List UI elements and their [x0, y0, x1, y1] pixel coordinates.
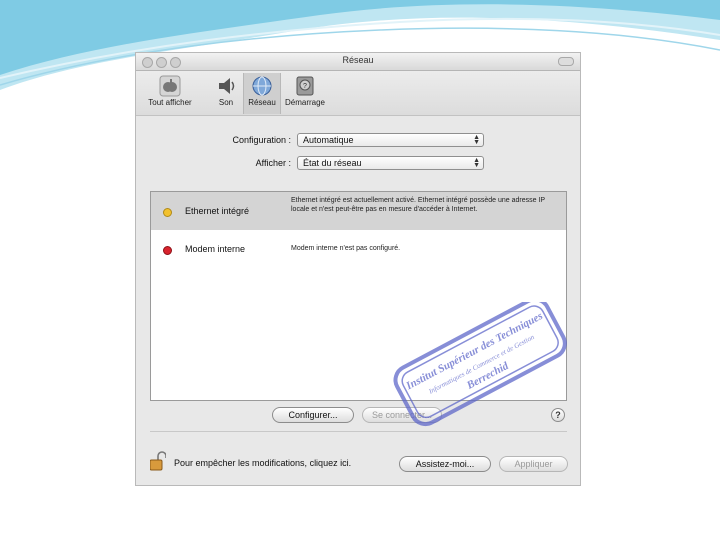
afficher-value: État du réseau — [303, 158, 362, 168]
afficher-label: Afficher : — [255, 158, 291, 168]
service-name: Modem interne — [185, 244, 246, 254]
popup-arrows-icon: ▲ ▼ — [473, 134, 480, 146]
assistez-moi-button[interactable]: Assistez-moi... — [399, 456, 491, 472]
service-description: Modem interne n'est pas configuré. — [291, 245, 401, 252]
toolbar-label: Réseau — [248, 98, 276, 107]
configuration-popup[interactable]: Automatique ▲ ▼ — [297, 133, 484, 147]
lock-message: Pour empêcher les modifications, cliquez… — [174, 458, 352, 468]
window-titlebar: Réseau — [136, 53, 580, 71]
configuration-label: Configuration : — [232, 135, 291, 145]
network-globe-icon — [252, 76, 272, 96]
configuration-value: Automatique — [303, 135, 354, 145]
institution-stamp-watermark: Institut Supérieur des Techniques Inform… — [393, 302, 567, 427]
toolbar-label: Son — [218, 98, 234, 107]
divider — [150, 431, 567, 432]
status-red-icon — [163, 246, 172, 255]
window-title: Réseau — [342, 55, 374, 65]
appliquer-button[interactable]: Appliquer — [499, 456, 568, 472]
toolbar-item-son[interactable]: Son — [208, 73, 244, 114]
toolbar-toggle-button[interactable] — [558, 57, 574, 66]
popup-arrows-icon: ▲ ▼ — [473, 157, 480, 169]
toolbar-label: Démarrage — [284, 98, 325, 107]
toolbar-item-demarrage[interactable]: ? Démarrage — [282, 73, 328, 114]
configurer-button[interactable]: Configurer... — [272, 407, 354, 423]
toolbar-item-tout-afficher[interactable]: Tout afficher — [140, 73, 200, 114]
apple-icon — [159, 75, 181, 97]
toolbar-label: Tout afficher — [148, 98, 192, 107]
afficher-popup[interactable]: État du réseau ▲ ▼ — [297, 156, 484, 170]
startup-disk-icon: ? — [296, 76, 314, 96]
lock-open-icon[interactable] — [150, 451, 166, 471]
speaker-icon — [219, 78, 235, 94]
toolbar-item-reseau[interactable]: Réseau — [243, 73, 281, 114]
list-item-ethernet[interactable]: Ethernet intégré Ethernet intégré est ac… — [151, 192, 566, 230]
preferences-toolbar: Tout afficher Son Réseau ? Démarrage — [136, 71, 580, 116]
service-name: Ethernet intégré — [185, 206, 250, 216]
list-item-modem[interactable]: Modem interne Modem interne n'est pas co… — [151, 230, 566, 268]
status-yellow-icon — [163, 208, 172, 217]
service-description: Ethernet intégré est actuellement activé… — [291, 197, 545, 213]
svg-text:?: ? — [303, 83, 307, 90]
